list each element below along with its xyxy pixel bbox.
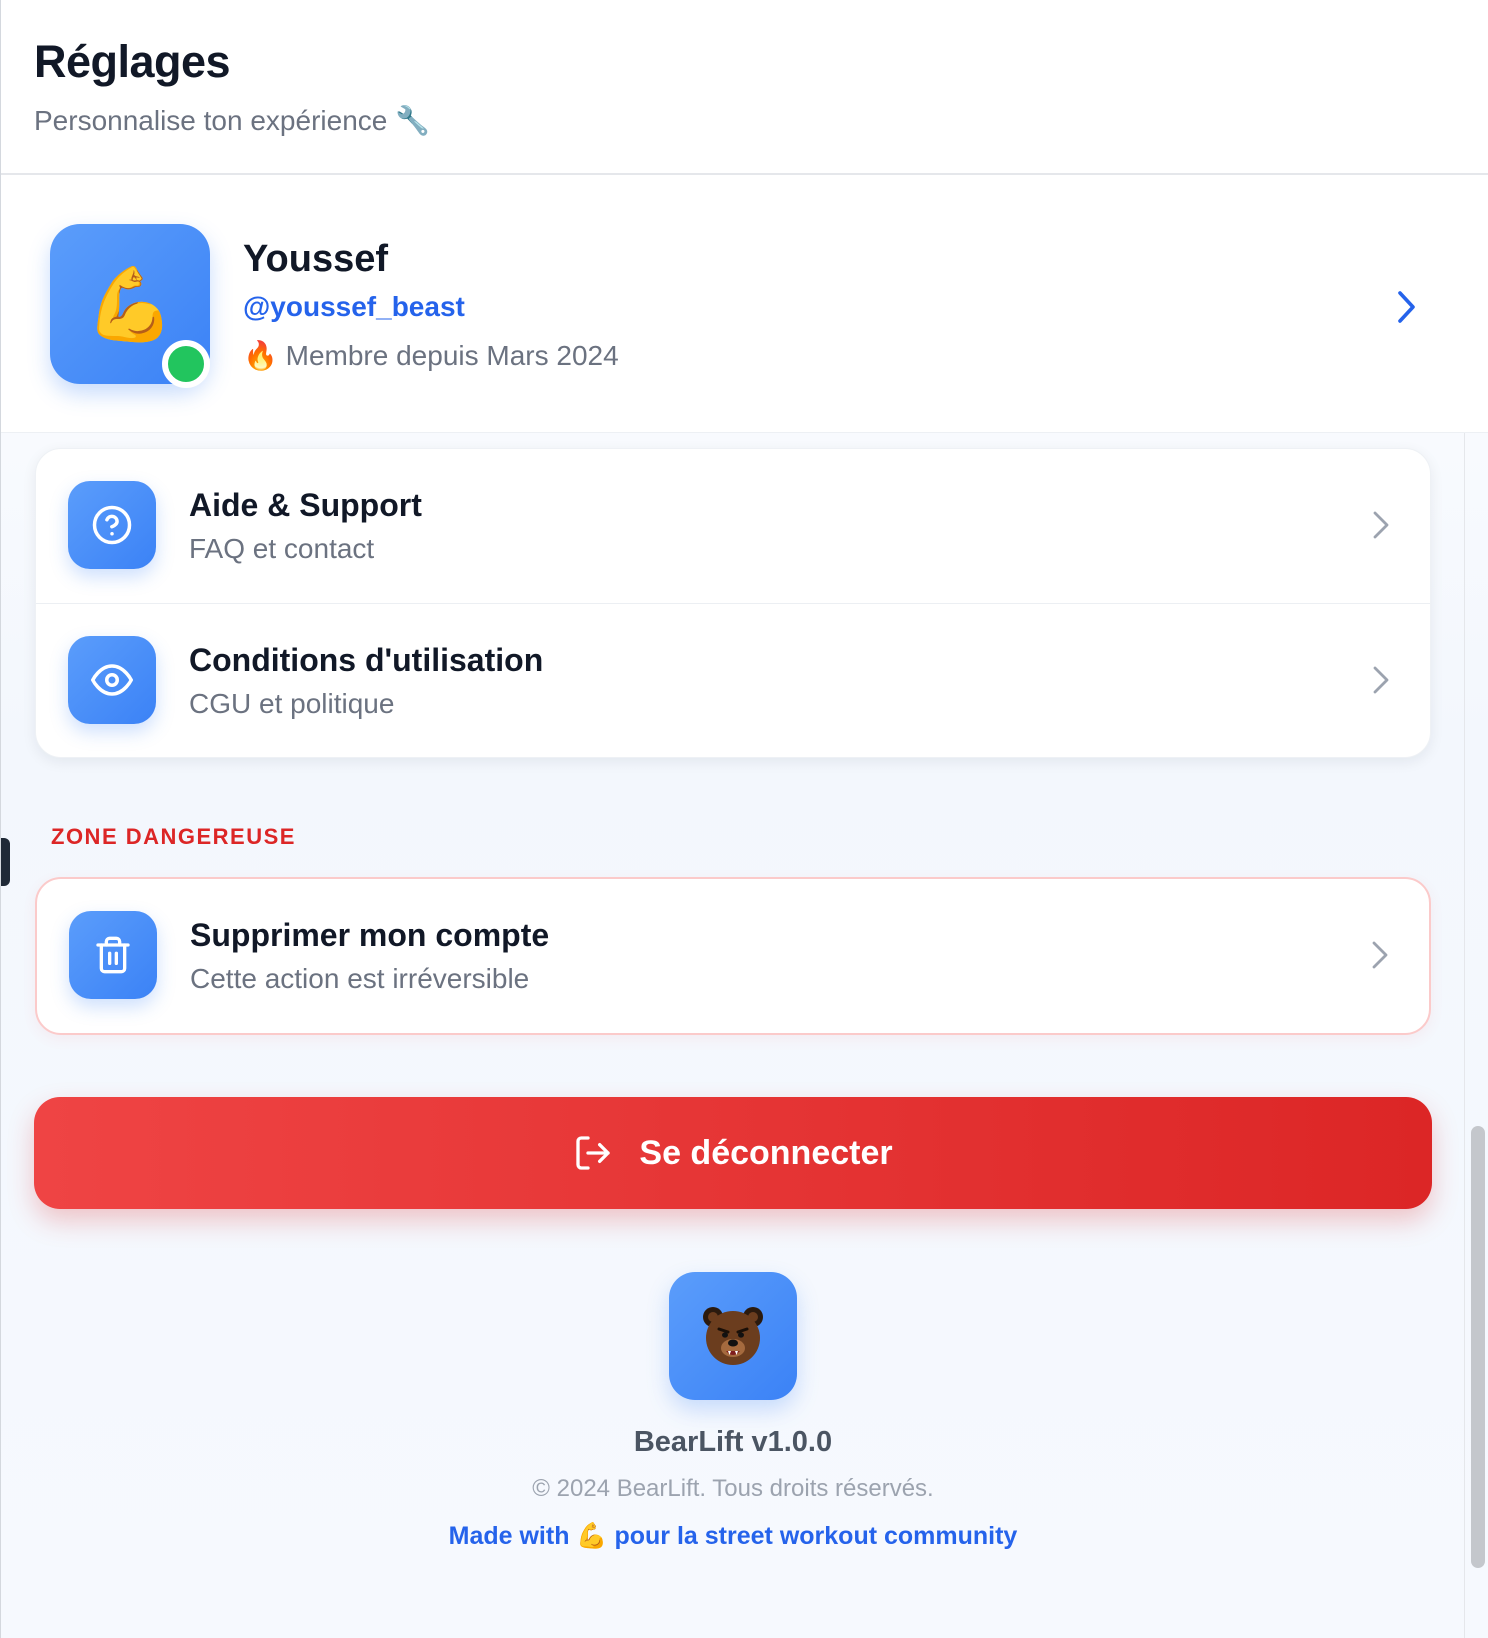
bear-icon [703, 1307, 763, 1365]
scrollbar-track [1464, 433, 1465, 1638]
danger-zone-label: ZONE DANGEREUSE [51, 824, 296, 849]
danger-card: Supprimer mon compte Cette action est ir… [35, 877, 1431, 1035]
row-subtitle: FAQ et contact [189, 533, 375, 564]
row-title: Aide & Support [189, 487, 422, 523]
delete-account-row[interactable]: Supprimer mon compte Cette action est ir… [37, 879, 1429, 1033]
scrollbar-thumb[interactable] [1471, 1126, 1485, 1568]
online-status-dot [162, 340, 210, 388]
edge-handle[interactable] [1, 838, 10, 886]
logout-icon [576, 1136, 611, 1170]
help-support-row[interactable]: Aide & Support FAQ et contact [36, 449, 1430, 603]
copyright: © 2024 BearLift. Tous droits réservés. [532, 1475, 934, 1502]
app-version: BearLift v1.0.0 [633, 1426, 833, 1458]
row-title: Conditions d'utilisation [189, 642, 544, 678]
flexed-biceps-icon: 💪 [85, 264, 175, 345]
profile-card[interactable]: 💪 Youssef @youssef_beast 🔥 Membre depuis… [1, 175, 1488, 433]
support-card: Aide & Support FAQ et contact Conditions… [35, 448, 1431, 758]
chevron-right-icon [1373, 511, 1389, 539]
chevron-right-icon [1372, 941, 1388, 969]
row-subtitle: CGU et politique [189, 688, 395, 719]
logout-button[interactable]: Se déconnecter [34, 1097, 1432, 1209]
made-with-tagline: Made with 💪 pour la street workout commu… [448, 1522, 1018, 1550]
chevron-right-icon [1373, 666, 1389, 694]
row-title: Supprimer mon compte [190, 917, 550, 953]
profile-name: Youssef [243, 238, 389, 280]
eye-icon [68, 636, 156, 724]
logout-label: Se déconnecter [639, 1133, 893, 1172]
trash-icon [69, 911, 157, 999]
page-header: Réglages Personnalise ton expérience 🔧 [1, 0, 1488, 175]
settings-screen: Réglages Personnalise ton expérience 🔧 💪… [0, 0, 1488, 1638]
terms-row[interactable]: Conditions d'utilisation CGU et politiqu… [36, 603, 1430, 757]
chevron-right-icon [1398, 291, 1415, 323]
app-logo [669, 1272, 797, 1400]
page-title: Réglages [34, 36, 231, 87]
page-subtitle: Personnalise ton expérience 🔧 [34, 105, 430, 136]
help-circle-icon [68, 481, 156, 569]
member-since: 🔥 Membre depuis Mars 2024 [243, 340, 619, 371]
profile-handle: @youssef_beast [243, 291, 465, 322]
row-subtitle: Cette action est irréversible [190, 963, 530, 994]
